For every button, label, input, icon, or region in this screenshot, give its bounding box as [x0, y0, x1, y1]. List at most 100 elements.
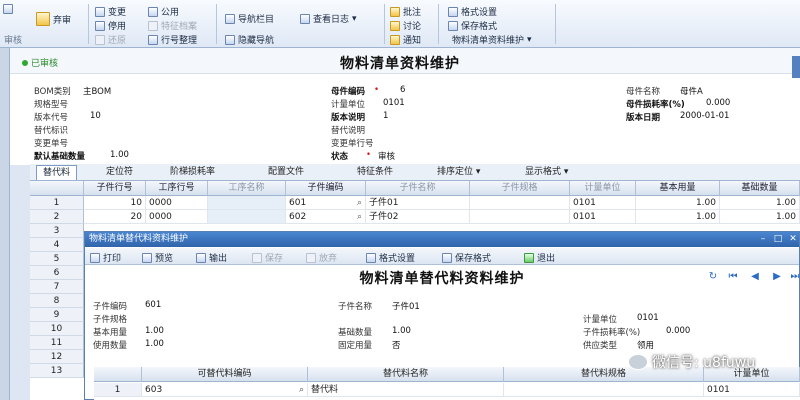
table-cell[interactable]: 10 [84, 196, 146, 210]
view-log-button[interactable]: 查看日志 ▾ [300, 12, 357, 25]
maximize-icon[interactable]: □ [771, 232, 785, 246]
table-cell[interactable]: 1.00 [636, 196, 720, 210]
table-cell[interactable]: 603 ⌕ [142, 383, 308, 397]
child-name-value[interactable]: 子件01 [392, 300, 420, 312]
table-cell[interactable]: 1.00 [636, 210, 720, 224]
row-arrange-button[interactable]: 行号整理 [148, 33, 197, 46]
row-number[interactable]: 5 [30, 252, 84, 266]
parent-code-value[interactable]: 6 [400, 85, 405, 95]
discard-button[interactable]: 放弃 [306, 251, 337, 264]
exit-button[interactable]: 退出 [524, 251, 555, 264]
nav-bar-button[interactable]: 导航栏目 [225, 12, 274, 25]
child-code-value[interactable]: 601 [145, 300, 161, 310]
column-header[interactable]: 可替代料编码 [142, 367, 308, 382]
ribbon-sidebar-icon[interactable] [3, 4, 13, 14]
state-value[interactable]: 审核 [378, 150, 395, 162]
table-cell[interactable]: 0101 [570, 196, 636, 210]
table-cell[interactable] [208, 210, 286, 224]
close-icon[interactable]: ✕ [786, 232, 800, 246]
bom-type-value[interactable]: 主BOM [83, 85, 111, 97]
column-header[interactable]: 子件编码 [286, 181, 366, 196]
notify-button[interactable]: 通知 [390, 33, 421, 46]
row-number[interactable]: 9 [30, 308, 84, 322]
base-qty-value[interactable]: 1.00 [110, 150, 129, 160]
table-cell[interactable]: 0101 [704, 383, 800, 397]
uom-value[interactable]: 0101 [383, 98, 405, 108]
dialog-save-format-button[interactable]: 保存格式 [442, 251, 491, 264]
base-usage-value[interactable]: 1.00 [145, 326, 164, 336]
tab-feature-condition[interactable]: 特征条件 [357, 165, 393, 180]
next-record-icon[interactable]: ▶ [770, 271, 784, 283]
row-number[interactable]: 8 [30, 294, 84, 308]
child-loss-value[interactable]: 0.000 [666, 326, 690, 336]
tab-sort-locate[interactable]: 排序定位 ▾ [437, 165, 480, 180]
dialog-uom-value[interactable]: 0101 [637, 313, 659, 323]
parent-name-value[interactable]: 母件A [680, 85, 703, 97]
row-number[interactable]: 7 [30, 280, 84, 294]
fixed-usage-value[interactable]: 否 [392, 339, 401, 351]
table-cell[interactable]: 0101 [570, 210, 636, 224]
row-number[interactable]: 2 [30, 210, 84, 224]
table-cell[interactable]: 1.00 [720, 210, 800, 224]
table-cell[interactable]: 602 ⌕ [286, 210, 366, 224]
column-header[interactable]: 子件行号 [84, 181, 146, 196]
hide-nav-button[interactable]: 隐藏导航 [225, 33, 274, 46]
side-scroll-marker[interactable] [792, 56, 800, 78]
row-number[interactable]: 12 [30, 350, 84, 364]
row-number[interactable]: 1 [94, 383, 142, 397]
row-number[interactable]: 4 [30, 238, 84, 252]
dialog-base-qty-value[interactable]: 1.00 [392, 326, 411, 336]
change-button[interactable]: 变更 [95, 5, 126, 18]
save-button[interactable]: 保存 [252, 251, 283, 264]
tab-config-file[interactable]: 配置文件 [268, 165, 304, 180]
column-header[interactable]: 工序名称 [208, 181, 286, 196]
discuss-button[interactable]: 讨论 [390, 19, 421, 32]
previous-record-icon[interactable]: ◀ [748, 271, 762, 283]
column-header[interactable]: 子件规格 [470, 181, 570, 196]
row-number[interactable]: 3 [30, 224, 84, 238]
annotate-button[interactable]: 批注 [390, 5, 421, 18]
row-number[interactable]: 6 [30, 266, 84, 280]
tab-display-format[interactable]: 显示格式 ▾ [525, 165, 568, 180]
refresh-icon[interactable]: ↻ [706, 271, 720, 283]
table-cell[interactable]: 20 [84, 210, 146, 224]
column-header[interactable]: 基础数量 [720, 181, 800, 196]
version-date-value[interactable]: 2000-01-01 [680, 111, 729, 121]
paperclip-icon[interactable]: ⌕ [357, 210, 362, 223]
table-cell[interactable]: 601 ⌕ [286, 196, 366, 210]
paperclip-icon[interactable]: ⌕ [357, 196, 362, 209]
feature-files-button[interactable]: 特征档案 [148, 19, 197, 32]
column-header[interactable]: 工序行号 [146, 181, 208, 196]
table-cell[interactable]: 0000 [146, 210, 208, 224]
supply-type-value[interactable]: 领用 [637, 339, 654, 351]
disable-button[interactable]: 停用 [95, 19, 126, 32]
column-header[interactable]: 子件名称 [366, 181, 470, 196]
loss-rate-value[interactable]: 0.000 [706, 98, 730, 108]
minimize-icon[interactable]: – [756, 232, 770, 246]
table-cell[interactable] [470, 210, 570, 224]
dialog-titlebar[interactable]: 物料清单替代料资料维护 [85, 232, 799, 247]
column-header[interactable]: 基本用量 [636, 181, 720, 196]
print-button[interactable]: 打印 [90, 251, 121, 264]
row-number[interactable]: 1 [30, 196, 84, 210]
last-record-icon[interactable]: ⏭ [788, 271, 800, 283]
version-desc-value[interactable]: 1 [383, 111, 388, 121]
paperclip-icon[interactable]: ⌕ [299, 383, 304, 396]
dialog-format-settings-button[interactable]: 格式设置 [366, 251, 415, 264]
format-settings-button[interactable]: 格式设置 [448, 5, 497, 18]
output-button[interactable]: 输出 [196, 251, 227, 264]
table-cell[interactable] [504, 383, 704, 397]
row-number[interactable]: 10 [30, 322, 84, 336]
first-record-icon[interactable]: ⏮ [726, 271, 740, 283]
column-header[interactable]: 替代料名称 [308, 367, 504, 382]
usage-qty-value[interactable]: 1.00 [145, 339, 164, 349]
table-cell[interactable]: 0000 [146, 196, 208, 210]
tab-substitute[interactable]: 替代料 [36, 165, 78, 180]
table-cell[interactable]: 1.00 [720, 196, 800, 210]
table-cell[interactable] [208, 196, 286, 210]
table-cell[interactable] [470, 196, 570, 210]
format-name-select[interactable]: 物料清单资料维护 ▾ [452, 33, 532, 47]
left-sidebar[interactable] [0, 48, 10, 400]
unapprove-button[interactable]: 弃审 [36, 12, 71, 26]
row-number[interactable]: 11 [30, 336, 84, 350]
